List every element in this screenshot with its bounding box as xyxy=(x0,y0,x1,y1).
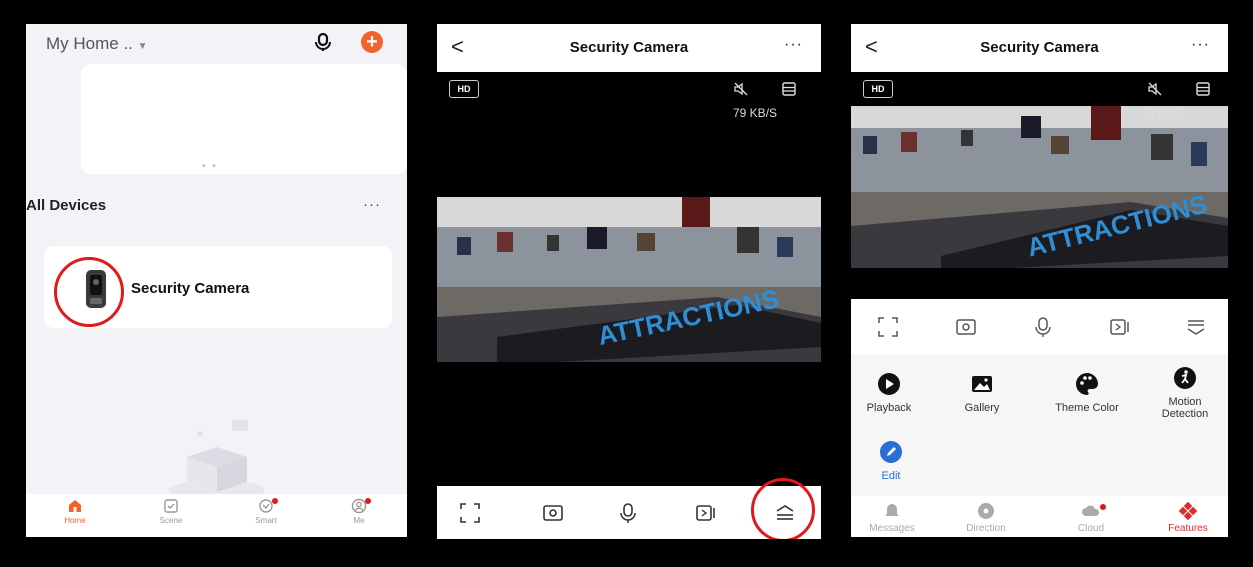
tab-scene[interactable]: Scene xyxy=(141,498,201,525)
collapse-panel-icon[interactable] xyxy=(1185,316,1207,338)
feature-motion-detection[interactable]: Motion Detection xyxy=(1145,366,1225,420)
home-screen: My Home .. ▼ + • • All Devices ··· Secur… xyxy=(26,24,407,537)
fullscreen-icon[interactable] xyxy=(459,502,481,524)
bottom-tab-bar: Messages Direction Cloud Features xyxy=(851,496,1228,537)
mute-icon[interactable] xyxy=(733,81,749,97)
tab-features[interactable]: Features xyxy=(1153,502,1223,534)
tab-messages[interactable]: Messages xyxy=(857,502,927,534)
tab-label: Features xyxy=(1168,523,1208,534)
feature-panel: Playback Gallery Theme Color Motion Dete… xyxy=(851,299,1228,537)
banner-pager: • • xyxy=(202,161,218,172)
feature-gallery[interactable]: Gallery xyxy=(942,372,1022,414)
feature-theme-color[interactable]: Theme Color xyxy=(1047,372,1127,414)
cloud-icon xyxy=(1082,505,1100,516)
camera-live-screen: < Security Camera ··· HD 79 KB/S ATTRACT… xyxy=(437,24,821,539)
mute-icon[interactable] xyxy=(1147,81,1163,97)
tab-label: Cloud xyxy=(1077,523,1105,534)
bell-icon xyxy=(885,504,899,516)
tab-me[interactable]: Me xyxy=(329,498,389,525)
layout-icon[interactable] xyxy=(781,81,797,97)
scene-icon xyxy=(164,499,178,513)
more-button[interactable]: ··· xyxy=(363,196,381,213)
store-scene-image: ATTRACTIONS xyxy=(851,106,1228,268)
motion-detection-icon xyxy=(1174,367,1196,389)
record-video-icon[interactable] xyxy=(695,502,717,524)
store-scene-image: ATTRACTIONS xyxy=(437,197,821,362)
feature-label: Motion Detection xyxy=(1161,396,1209,420)
home-title: My Home .. xyxy=(46,34,133,53)
add-device-button[interactable]: + xyxy=(361,31,383,53)
live-video-feed[interactable]: ATTRACTIONS xyxy=(437,197,821,362)
gallery-icon xyxy=(972,376,992,392)
tab-label: Me xyxy=(353,516,365,525)
tab-label: Scene xyxy=(159,516,183,525)
tab-smart[interactable]: Smart xyxy=(236,498,296,525)
microphone-icon[interactable] xyxy=(313,32,333,52)
notification-dot xyxy=(365,498,371,504)
tab-label: Home xyxy=(64,516,86,525)
feature-label: Gallery xyxy=(964,402,1000,414)
notification-dot xyxy=(1100,504,1106,510)
tab-label: Direction xyxy=(966,523,1006,534)
layout-icon[interactable] xyxy=(1195,81,1211,97)
nav-bar: < Security Camera ··· xyxy=(851,24,1228,72)
hd-toggle[interactable]: HD xyxy=(863,80,893,98)
screenshot-icon[interactable] xyxy=(955,316,977,338)
section-title: All Devices xyxy=(26,197,107,214)
palette-icon xyxy=(1076,373,1098,395)
highlight-circle xyxy=(54,257,124,327)
highlight-circle xyxy=(751,478,815,539)
more-button[interactable]: ··· xyxy=(784,36,803,54)
live-video-feed[interactable]: ATTRACTIONS xyxy=(851,106,1228,268)
screenshot-icon[interactable] xyxy=(542,502,564,524)
notification-dot xyxy=(272,498,278,504)
bitrate-readout: 79 KB/S xyxy=(733,106,778,120)
bitrate-readout: 83 KB/S xyxy=(1141,106,1186,120)
banner-card[interactable] xyxy=(81,64,407,174)
tab-home[interactable]: Home xyxy=(45,498,105,525)
feature-label: Edit xyxy=(881,470,901,482)
edit-icon xyxy=(880,441,902,463)
home-icon xyxy=(69,500,81,512)
tab-cloud[interactable]: Cloud xyxy=(1056,502,1126,534)
feature-edit[interactable]: Edit xyxy=(851,440,931,482)
empty-box-illustration xyxy=(169,420,265,500)
feature-grid: Playback Gallery Theme Color Motion Dete… xyxy=(851,354,1228,496)
hd-toggle[interactable]: HD xyxy=(449,80,479,98)
tab-direction[interactable]: Direction xyxy=(951,502,1021,534)
more-button[interactable]: ··· xyxy=(1191,36,1210,54)
direction-icon xyxy=(978,503,994,519)
playback-icon xyxy=(878,373,900,395)
tab-label: Messages xyxy=(869,523,915,534)
feature-label: Theme Color xyxy=(1055,402,1119,414)
record-video-icon[interactable] xyxy=(1109,316,1131,338)
device-name: Security Camera xyxy=(131,280,250,297)
nav-bar: < Security Camera ··· xyxy=(437,24,821,72)
microphone-icon[interactable] xyxy=(1032,316,1054,338)
page-title: Security Camera xyxy=(980,39,1099,56)
control-bar xyxy=(851,299,1228,355)
fullscreen-icon[interactable] xyxy=(877,316,899,338)
camera-features-screen: < Security Camera ··· HD ATTRACTIONS 83 … xyxy=(851,24,1228,537)
bottom-tab-bar: Home Scene Smart Me xyxy=(26,494,407,537)
features-icon xyxy=(1179,502,1197,520)
chevron-down-icon: ▼ xyxy=(137,41,148,52)
page-title: Security Camera xyxy=(569,39,689,56)
feature-playback[interactable]: Playback xyxy=(851,372,929,414)
home-selector[interactable]: My Home .. ▼ xyxy=(46,34,148,54)
tab-label: Smart xyxy=(255,516,277,525)
microphone-icon[interactable] xyxy=(617,502,639,524)
feature-label: Playback xyxy=(866,402,912,414)
